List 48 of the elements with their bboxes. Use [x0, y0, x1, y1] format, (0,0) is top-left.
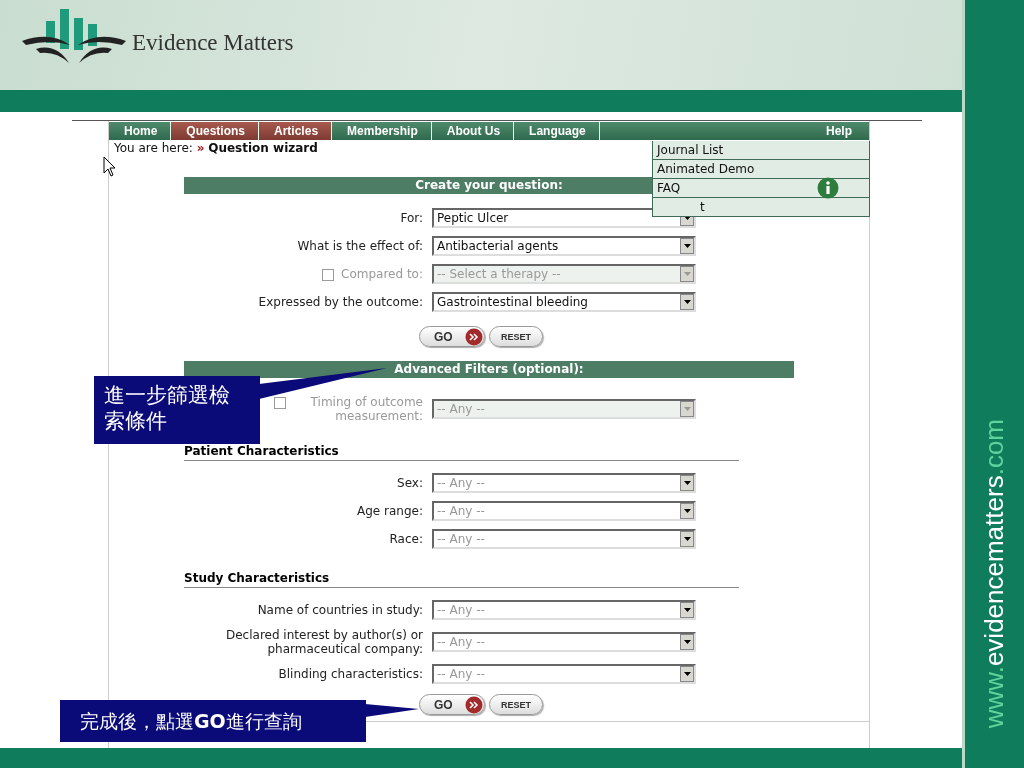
callout-pointer [365, 702, 419, 720]
dropdown[interactable]: Gastrointestinal bleeding [432, 292, 696, 312]
dropdown[interactable]: Peptic Ulcer [432, 208, 696, 228]
logo-text: Evidence Matters [132, 30, 294, 56]
nav-link[interactable]: Language [514, 122, 600, 140]
nav-link[interactable]: Help [811, 122, 869, 140]
reset-button[interactable]: RESET [489, 326, 543, 347]
caret-icon [683, 407, 691, 411]
double-chevron-icon [465, 695, 483, 714]
field-label: Compared to: [341, 267, 423, 281]
field-label: Race: [389, 532, 423, 546]
field-label: Blinding characteristics: [278, 667, 423, 681]
callout: 完成後，點選GO進行查詢 [60, 700, 366, 742]
caret-icon [683, 272, 691, 276]
site-url: www.evidencematters.com [979, 418, 1010, 728]
go-button[interactable]: GO [419, 326, 485, 347]
double-chevron-icon [465, 327, 483, 346]
field-label: Name of countries in study: [257, 603, 423, 617]
field-label: Age range: [357, 504, 423, 518]
field-label: Expressed by the outcome: [258, 295, 423, 309]
nav-link[interactable]: Articles [259, 122, 333, 140]
field-label: Sex: [397, 476, 423, 490]
caret-icon [683, 300, 691, 304]
field-label: What is the effect of: [297, 239, 423, 253]
breadcrumb: You are here: » Question wizard [114, 140, 318, 156]
caret-icon [683, 537, 691, 541]
field-label: For: [400, 211, 423, 225]
menu-item[interactable]: Animated Demo [653, 160, 869, 179]
dropdown[interactable]: Antibacterial agents [432, 236, 696, 256]
field-label: Declared interest by author(s) or pharmaceutical company: [224, 628, 423, 656]
caret-icon [683, 481, 691, 485]
caret-icon [683, 608, 691, 612]
nav-link[interactable]: Membership [332, 122, 432, 140]
menu-item[interactable]: Journal List [653, 141, 869, 160]
caret-icon [683, 672, 691, 676]
nav-link[interactable]: About Us [431, 122, 515, 140]
reset-button[interactable]: RESET [489, 694, 543, 715]
section-header: Advanced Filters (optional): [184, 361, 794, 378]
go-button[interactable]: GO [419, 694, 485, 715]
callout: 進一步篩選檢索條件 [94, 376, 260, 444]
info-icon [817, 177, 839, 199]
caret-icon [683, 244, 691, 248]
section-heading: Study Characteristics [184, 570, 739, 588]
cursor-icon [103, 156, 117, 178]
field-label: Timing of outcome measurement: [309, 395, 423, 423]
caret-icon [683, 509, 691, 513]
caret-icon [683, 640, 691, 644]
nav-link[interactable]: Questions [171, 122, 260, 140]
